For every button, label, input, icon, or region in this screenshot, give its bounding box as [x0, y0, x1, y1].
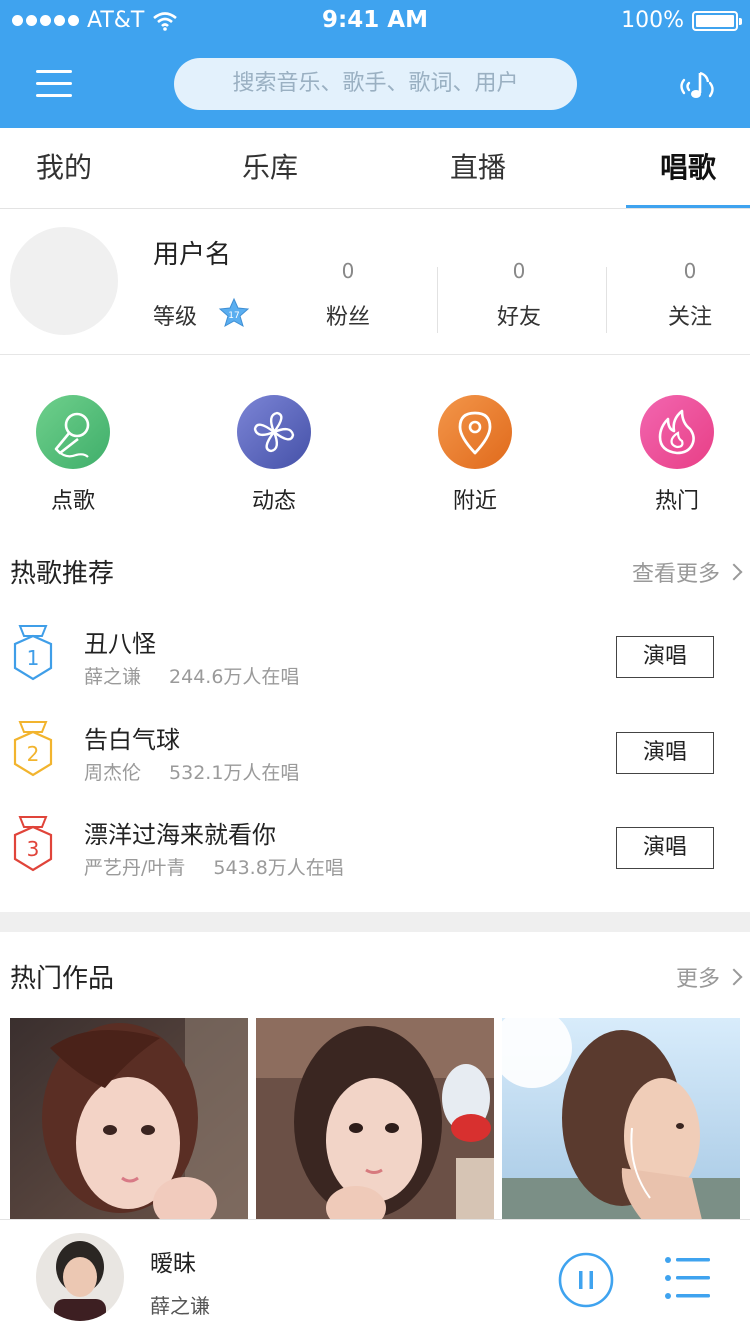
status-bar: AT&T 9:41 AM 100%: [0, 0, 750, 40]
avatar[interactable]: [10, 227, 118, 335]
hot-works-more-link[interactable]: 更多: [675, 961, 743, 993]
tab-sing[interactable]: 唱歌: [660, 128, 716, 208]
hot-songs-more-link[interactable]: 查看更多: [631, 556, 743, 588]
profile-card: 用户名 等级 17 0 粉丝 0 好友 0 关注: [0, 209, 750, 355]
stat-following-label: 关注: [667, 305, 712, 330]
rank-number: 1: [27, 646, 40, 670]
chevron-right-icon: [725, 968, 743, 986]
rank-number: 2: [27, 742, 40, 766]
song-artist: 严艺丹/叶青: [84, 857, 186, 879]
portrait-photo: [10, 1018, 248, 1220]
work-thumbnail[interactable]: [502, 1018, 740, 1220]
divider: [606, 267, 607, 333]
artist-photo: [36, 1233, 124, 1321]
song-meta: 周杰伦 532.1万人在唱: [84, 758, 299, 785]
stat-fans[interactable]: 0 粉丝: [298, 259, 398, 331]
song-title: 告白气球: [84, 726, 180, 754]
hot-works-title: 热门作品: [10, 964, 115, 994]
mini-player: 暧昧 薛之谦: [0, 1219, 750, 1334]
song-title: 丑八怪: [84, 630, 156, 658]
sing-button[interactable]: 演唱: [616, 827, 714, 869]
work-thumbnail[interactable]: [256, 1018, 494, 1220]
work-thumbnail[interactable]: [10, 1018, 248, 1220]
stat-friends[interactable]: 0 好友: [469, 259, 569, 331]
category-hot[interactable]: 热门: [622, 395, 732, 515]
tab-library[interactable]: 乐库: [242, 128, 298, 208]
now-playing-title: 暧昧: [150, 1251, 196, 1277]
divider: [437, 267, 438, 333]
more-label: 更多: [675, 967, 720, 992]
category-label: 点歌: [50, 489, 95, 514]
song-artist: 薛之谦: [84, 666, 142, 688]
status-right: 100%: [621, 8, 742, 33]
song-row[interactable]: 2 告白气球 周杰伦 532.1万人在唱 演唱: [0, 720, 750, 810]
tab-live[interactable]: 直播: [450, 128, 506, 208]
username[interactable]: 用户名: [153, 234, 231, 271]
stat-fans-label: 粉丝: [325, 305, 370, 330]
music-note-icon: [680, 71, 714, 98]
category-label: 附近: [452, 489, 497, 514]
music-playing-button[interactable]: [676, 66, 720, 106]
search-input[interactable]: 搜索音乐、歌手、歌词、用户: [174, 58, 577, 110]
menu-button[interactable]: [36, 68, 72, 100]
section-separator: [0, 912, 750, 932]
level-number: 17: [228, 311, 239, 321]
pause-icon: [558, 1252, 614, 1308]
song-meta: 薛之谦 244.6万人在唱: [84, 662, 299, 689]
song-sing-count: 532.1万人在唱: [169, 762, 300, 784]
portrait-photo: [502, 1018, 740, 1220]
rank-medal-icon: 2: [13, 721, 53, 777]
song-title: 漂洋过海来就看你: [84, 821, 276, 849]
pause-button[interactable]: [558, 1252, 614, 1308]
song-artist: 周杰伦: [84, 762, 142, 784]
sing-button[interactable]: 演唱: [616, 636, 714, 678]
battery-percent: 100%: [621, 8, 684, 33]
top-tabs: 我的 乐库 直播 唱歌: [0, 128, 750, 209]
stat-following-count: 0: [683, 259, 697, 283]
category-feed[interactable]: 动态: [219, 395, 329, 515]
hamburger-line: [36, 82, 72, 85]
now-playing-artist: 薛之谦: [150, 1294, 210, 1318]
hamburger-icon: [36, 70, 72, 73]
sing-button[interactable]: 演唱: [616, 732, 714, 774]
microphone-icon: [36, 395, 110, 469]
more-label: 查看更多: [631, 562, 720, 587]
song-sing-count: 543.8万人在唱: [213, 857, 344, 879]
category-label: 热门: [654, 489, 699, 514]
category-label: 动态: [251, 489, 296, 514]
song-meta: 严艺丹/叶青 543.8万人在唱: [84, 853, 344, 880]
battery-icon: [692, 10, 742, 31]
stat-following[interactable]: 0 关注: [640, 259, 740, 331]
rank-number: 3: [27, 837, 40, 861]
song-sing-count: 244.6万人在唱: [169, 666, 300, 688]
flame-icon: [640, 395, 714, 469]
song-row[interactable]: 1 丑八怪 薛之谦 244.6万人在唱 演唱: [0, 624, 750, 714]
active-tab-indicator: [626, 205, 750, 208]
rank-medal-icon: 1: [13, 625, 53, 681]
hamburger-line: [36, 94, 72, 97]
tab-mine[interactable]: 我的: [36, 128, 92, 208]
location-pin-icon: [438, 395, 512, 469]
now-playing-cover[interactable]: [36, 1233, 124, 1321]
playlist-icon: [665, 1257, 710, 1299]
pinwheel-icon: [237, 395, 311, 469]
hot-songs-title: 热歌推荐: [10, 559, 115, 589]
stat-friends-count: 0: [512, 259, 526, 283]
portrait-photo: [256, 1018, 494, 1220]
stat-friends-label: 好友: [496, 305, 541, 330]
category-nearby[interactable]: 附近: [420, 395, 530, 515]
rank-medal-icon: 3: [13, 816, 53, 872]
level-star-icon: 17: [218, 297, 250, 328]
chevron-right-icon: [725, 563, 743, 581]
playlist-button[interactable]: [664, 1254, 712, 1302]
category-request-song[interactable]: 点歌: [18, 395, 128, 515]
level-label: 等级: [153, 305, 198, 330]
song-row[interactable]: 3 漂洋过海来就看你 严艺丹/叶青 543.8万人在唱 演唱: [0, 815, 750, 905]
header-bar: AT&T 9:41 AM 100% 搜索音乐、歌手、歌词、用户: [0, 0, 750, 128]
stat-fans-count: 0: [341, 259, 355, 283]
